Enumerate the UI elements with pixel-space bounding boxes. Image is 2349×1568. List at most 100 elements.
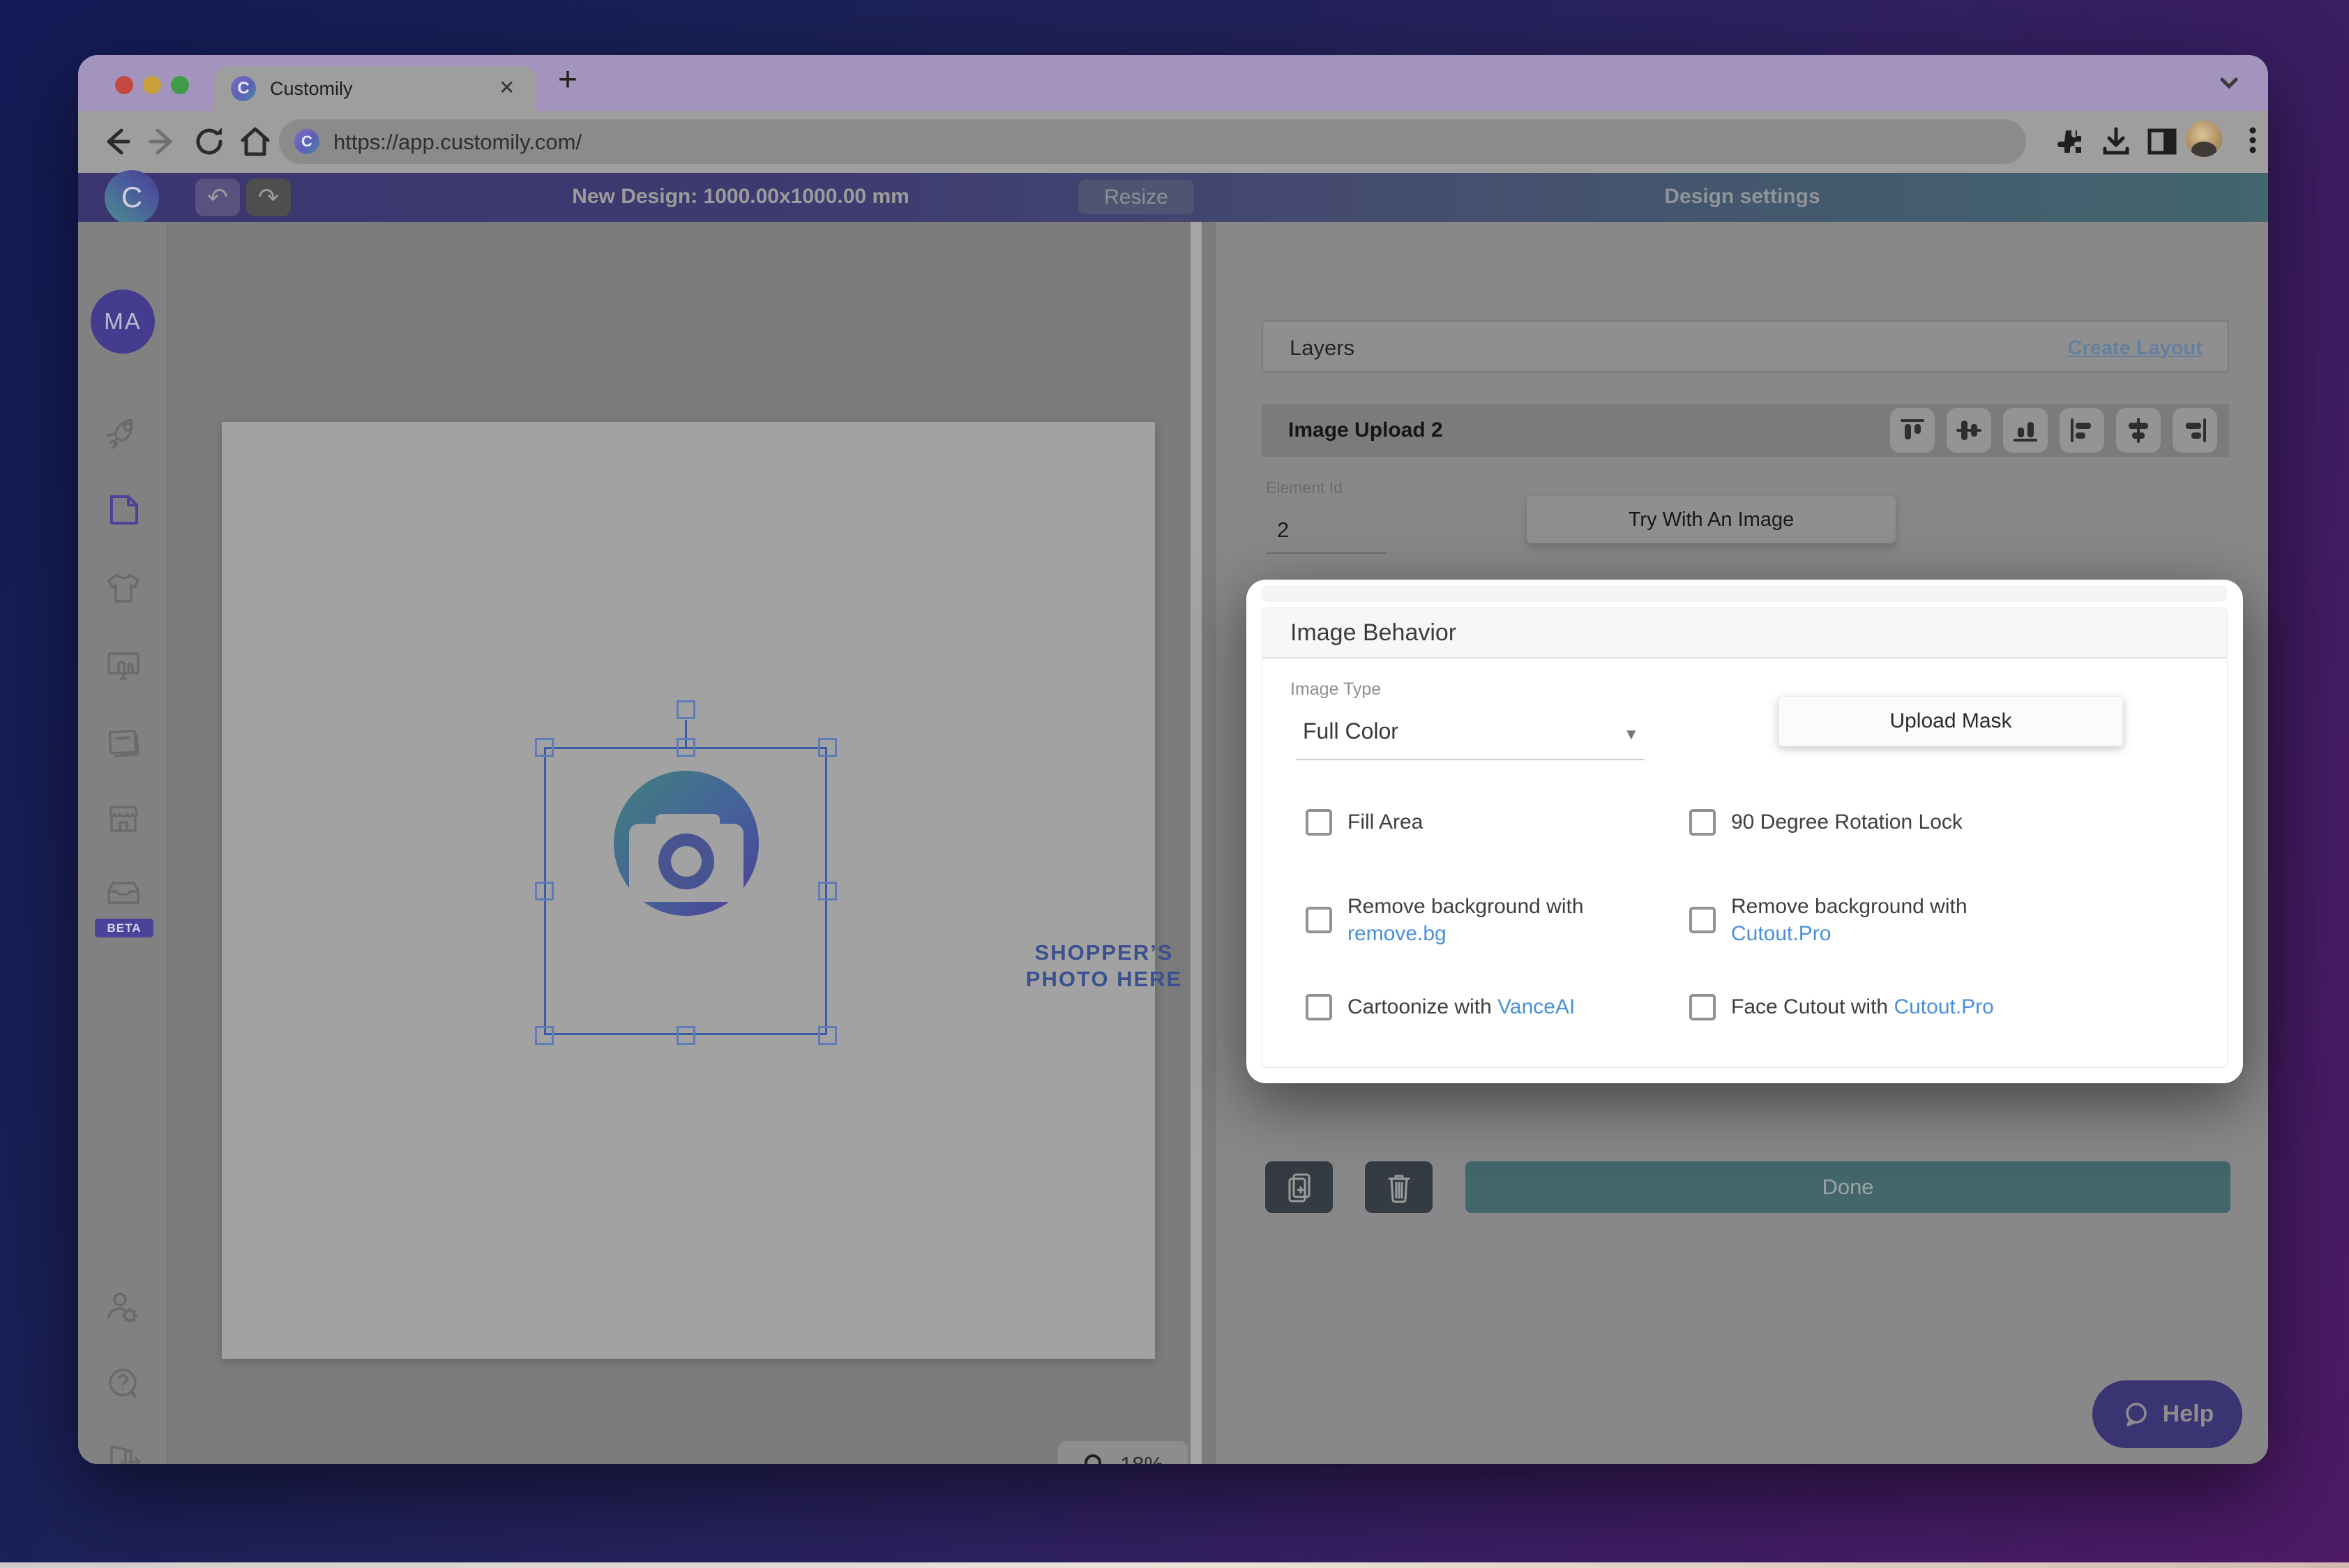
reload-icon[interactable]	[191, 123, 227, 160]
tab-title: Customily	[270, 78, 353, 100]
extensions-icon[interactable]	[2053, 125, 2087, 158]
url-favicon: C	[294, 129, 319, 154]
chat-bubble-icon	[2121, 1399, 2152, 1430]
upload-mask-button[interactable]: Upload Mask	[1778, 696, 2123, 746]
try-with-image-button[interactable]: Try With An Image	[1527, 496, 1896, 543]
logout-icon[interactable]	[103, 1441, 144, 1464]
checkbox-row-rotation-lock[interactable]: 90 Degree Rotation Lock	[1689, 808, 1963, 836]
mockup-icon[interactable]	[103, 645, 144, 686]
done-button[interactable]: Done	[1465, 1161, 2230, 1213]
removebg-checkbox[interactable]	[1306, 907, 1332, 933]
face-cutout-checkbox[interactable]	[1689, 994, 1716, 1020]
user-avatar[interactable]: MA	[91, 289, 155, 354]
duplicate-button[interactable]	[1265, 1161, 1333, 1213]
align-left-icon[interactable]	[2060, 408, 2104, 453]
address-bar[interactable]: C https://app.customily.com/	[279, 119, 2026, 164]
align-top-icon[interactable]	[1890, 408, 1935, 453]
design-title: New Design: 1000.00x1000.00 mm	[413, 185, 1068, 209]
home-icon[interactable]	[237, 123, 273, 160]
close-tab-icon[interactable]: ✕	[499, 76, 515, 99]
help-button[interactable]: Help	[2092, 1380, 2242, 1448]
image-type-select[interactable]: Full Color	[1303, 718, 1398, 744]
close-window-button[interactable]	[115, 76, 133, 94]
profile-avatar[interactable]	[2186, 121, 2222, 157]
element-id-input[interactable]	[1266, 515, 1387, 554]
align-middle-icon[interactable]	[1947, 408, 1991, 453]
align-center-icon[interactable]	[2116, 408, 2161, 453]
resize-button[interactable]: Resize	[1078, 180, 1194, 214]
checkbox-row-face-cutout[interactable]: Face Cutout with Cutout.Pro	[1689, 993, 1994, 1020]
browser-tab[interactable]: C Customily ✕	[214, 66, 536, 111]
layers-title: Layers	[1290, 336, 1354, 361]
selection-handle[interactable]	[677, 738, 695, 757]
url-text: https://app.customily.com/	[333, 130, 582, 155]
selection-handle[interactable]	[535, 1026, 554, 1045]
element-id-label: Element Id	[1266, 478, 1343, 497]
inbox-icon[interactable]	[103, 875, 144, 915]
rotation-lock-checkbox[interactable]	[1689, 809, 1716, 836]
file-icon[interactable]	[103, 490, 144, 530]
layers-card: Layers Create Layout	[1262, 320, 2229, 372]
photo-placeholder-circle	[614, 771, 759, 916]
beta-badge: BETA	[95, 919, 153, 937]
camera-icon	[614, 771, 759, 916]
dropdown-caret-icon[interactable]: ▼	[1624, 725, 1639, 744]
design-canvas-area[interactable]: SHOPPER’S PHOTO HERE 18%	[168, 222, 1284, 1464]
image-behavior-card: Image Behavior Image Type Full Color ▼ U…	[1262, 608, 2228, 1068]
checkbox-row-cutoutpro-bg[interactable]: Remove background withCutout.Pro	[1689, 893, 2024, 947]
create-layout-link[interactable]: Create Layout	[2068, 337, 2203, 360]
align-bottom-icon[interactable]	[2003, 408, 2048, 453]
new-tab-icon[interactable]: +	[558, 61, 577, 99]
browser-toolbar: C https://app.customily.com/	[78, 111, 2268, 173]
left-sidebar: MA BETA	[78, 222, 168, 1464]
maximize-window-button[interactable]	[171, 76, 189, 94]
align-right-icon[interactable]	[2173, 408, 2217, 453]
back-icon[interactable]	[98, 123, 134, 160]
shirt-icon[interactable]	[103, 568, 144, 608]
selection-handle[interactable]	[535, 738, 554, 757]
magnifier-icon	[1082, 1452, 1108, 1464]
selection-handle[interactable]	[818, 882, 837, 900]
account-settings-icon[interactable]	[103, 1288, 144, 1328]
minimize-window-button[interactable]	[143, 76, 161, 94]
image-behavior-modal: Image Behavior Image Type Full Color ▼ U…	[1246, 580, 2243, 1083]
layer-row[interactable]: Image Upload 2	[1262, 404, 2229, 457]
modal-header: Image Behavior	[1262, 608, 2227, 658]
checkbox-row-removebg[interactable]: Remove background withremove.bg	[1306, 893, 1640, 947]
fill-area-checkbox[interactable]	[1306, 809, 1332, 836]
delete-button[interactable]	[1365, 1161, 1433, 1213]
zoom-control[interactable]: 18%	[1058, 1441, 1188, 1464]
side-panel-icon[interactable]	[2145, 125, 2179, 158]
browser-tabstrip: C Customily ✕ +	[78, 55, 2268, 111]
help-label: Help	[2163, 1401, 2214, 1428]
layer-name: Image Upload 2	[1288, 419, 1890, 442]
bottom-edge-glow	[0, 1562, 2349, 1568]
cartoonize-checkbox[interactable]	[1306, 994, 1332, 1020]
checkbox-row-fill-area[interactable]: Fill Area	[1306, 808, 1423, 836]
dropdown-underline	[1296, 759, 1645, 760]
zoom-level: 18%	[1120, 1452, 1163, 1464]
rocket-icon[interactable]	[103, 412, 144, 452]
menu-icon[interactable]	[2237, 123, 2268, 157]
store-icon[interactable]	[103, 799, 144, 839]
selection-handle[interactable]	[818, 1026, 837, 1045]
help-bubble-icon[interactable]	[103, 1364, 144, 1405]
rotate-handle[interactable]	[677, 700, 695, 719]
undo-icon[interactable]: ↶	[195, 179, 240, 216]
image-type-label: Image Type	[1290, 679, 1381, 700]
chevron-down-icon[interactable]	[2214, 68, 2244, 98]
download-icon[interactable]	[2099, 125, 2133, 158]
redo-icon[interactable]: ↷	[246, 179, 291, 216]
card-icon[interactable]	[103, 722, 144, 762]
customily-logo: C	[105, 170, 159, 225]
tab-favicon: C	[231, 76, 256, 101]
forward-icon[interactable]	[145, 123, 181, 160]
selection-handle[interactable]	[535, 882, 554, 900]
selection-handle[interactable]	[818, 738, 837, 757]
app-header: C ↶ ↷ New Design: 1000.00x1000.00 mm Res…	[78, 173, 2268, 222]
cutoutpro-bg-checkbox[interactable]	[1689, 907, 1716, 933]
vertical-scrollbar[interactable]	[1191, 222, 1202, 1464]
selection-handle[interactable]	[677, 1026, 695, 1045]
checkbox-row-cartoonize[interactable]: Cartoonize with VanceAI	[1306, 993, 1575, 1020]
duplicate-icon	[1284, 1170, 1315, 1204]
